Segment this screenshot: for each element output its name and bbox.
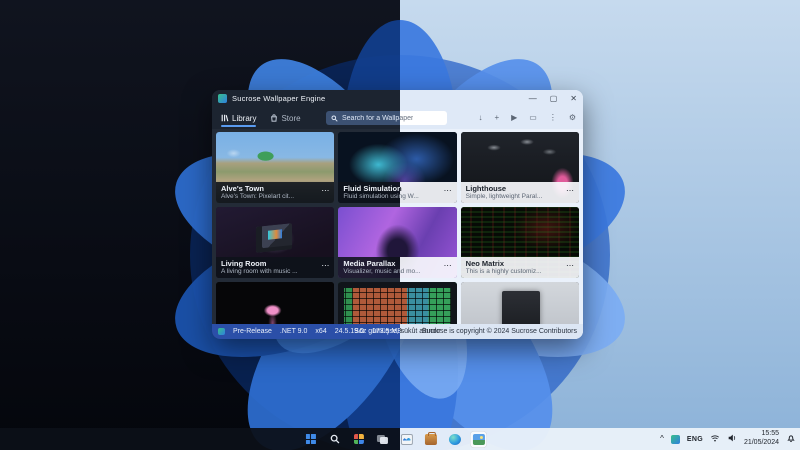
tile-menu-icon[interactable]: ⋯	[444, 186, 453, 195]
search-icon	[329, 434, 339, 444]
tile-title: Alve's Town	[221, 184, 329, 193]
tile-label: Lighthouse Simple, lightweight Paral...	[461, 182, 579, 203]
jellyfish-thumbnail	[216, 282, 334, 324]
sort-icon[interactable]: ↓	[478, 114, 482, 122]
minimize-button[interactable]: —	[529, 95, 537, 103]
tile-title: Living Room	[221, 259, 329, 268]
language-indicator[interactable]: ENG	[687, 436, 703, 443]
tile-menu-icon[interactable]: ⋯	[321, 261, 330, 270]
clock-date: 21/05/2024	[744, 439, 779, 448]
task-view-icon	[377, 435, 388, 444]
tab-store-label: Store	[281, 114, 300, 123]
system-tray: ^ ENG 15:55 21/05/2024	[660, 428, 796, 450]
app-sucrose-active[interactable]	[470, 431, 487, 448]
tile-label: Living Room A living room with music ...	[216, 257, 334, 278]
window-title: Sucrose Wallpaper Engine	[232, 94, 325, 103]
tab-library-label: Library	[232, 114, 256, 123]
widgets-icon	[353, 434, 363, 444]
tile-subtitle: A living room with music ...	[221, 268, 329, 276]
tile-title: Neo Matrix	[466, 259, 574, 268]
clock-time: 15:55	[744, 430, 779, 439]
app-edge-browser[interactable]	[446, 431, 463, 448]
wallpaper-tile-motherboard[interactable]	[461, 282, 579, 324]
display-icon[interactable]: ▭	[529, 114, 537, 122]
notifications-bell-icon[interactable]	[786, 430, 796, 448]
wallpaper-tile-living-room[interactable]: Living Room A living room with music ...…	[216, 207, 334, 278]
app-task-manager[interactable]	[398, 431, 415, 448]
taskbar-clock[interactable]: 15:55 21/05/2024	[744, 430, 779, 448]
tile-subtitle: Simple, lightweight Paral...	[466, 193, 574, 201]
tile-menu-icon[interactable]: ⋯	[321, 186, 330, 195]
motherboard-thumbnail	[461, 282, 579, 324]
tile-label: Alve's Town Alve's Town: Pixelart cit...	[216, 182, 334, 203]
tile-subtitle: This is a highly customiz...	[466, 268, 574, 276]
app-file-explorer[interactable]	[422, 431, 439, 448]
more-options-icon[interactable]: ⋮	[549, 114, 557, 122]
tile-subtitle: Alve's Town: Pixelart cit...	[221, 193, 329, 201]
task-view-button[interactable]	[374, 431, 391, 448]
wallpaper-tile-jellyfish[interactable]	[216, 282, 334, 324]
close-button[interactable]: ✕	[570, 95, 577, 103]
sucrose-picture-icon	[472, 434, 484, 445]
widgets-button[interactable]	[350, 431, 367, 448]
library-icon	[221, 114, 229, 122]
statusbar-app-icon	[218, 328, 225, 335]
taskbar-search-button[interactable]	[326, 431, 343, 448]
network-icon[interactable]	[710, 430, 720, 448]
wallpaper-tile-alves-town[interactable]: Alve's Town Alve's Town: Pixelart cit...…	[216, 132, 334, 203]
sucrose-tray-icon[interactable]	[671, 435, 680, 444]
tile-menu-icon[interactable]: ⋯	[566, 261, 575, 270]
tray-overflow-chevron[interactable]: ^	[660, 434, 664, 443]
release-channel: Pre-Release	[233, 328, 272, 335]
sucrose-logo-icon	[218, 94, 227, 103]
settings-icon[interactable]: ⚙	[569, 114, 576, 122]
start-button[interactable]	[302, 431, 319, 448]
tile-menu-icon[interactable]: ⋯	[566, 186, 575, 195]
wallpaper-tile-neo-matrix[interactable]: Neo Matrix This is a highly customiz... …	[461, 207, 579, 278]
tile-menu-icon[interactable]: ⋯	[444, 261, 453, 270]
play-icon[interactable]: ▶	[511, 114, 517, 122]
architecture: x64	[315, 328, 326, 335]
briefcase-icon	[424, 434, 436, 445]
tile-label: Neo Matrix This is a highly customiz...	[461, 257, 579, 278]
add-wallpaper-icon[interactable]: +	[494, 114, 499, 122]
maximize-button[interactable]: ▢	[550, 95, 558, 103]
search-icon	[331, 115, 338, 122]
monitor-chart-icon	[400, 434, 412, 445]
store-icon	[270, 114, 278, 122]
volume-icon[interactable]	[727, 430, 737, 448]
windows-logo-icon	[305, 434, 315, 444]
desktop: Sucrose Wallpaper Engine — ▢ ✕ Library S…	[0, 0, 800, 450]
tile-title: Lighthouse	[466, 184, 574, 193]
tab-library[interactable]: Library	[219, 111, 258, 126]
wallpaper-tile-lighthouse[interactable]: Lighthouse Simple, lightweight Paral... …	[461, 132, 579, 203]
copyright-text: Sucrose is copyright © 2024 Sucrose Cont…	[422, 328, 577, 335]
dotnet-version: .NET 9.0	[280, 328, 308, 335]
tab-store[interactable]: Store	[268, 111, 302, 126]
edge-browser-icon	[448, 434, 460, 445]
